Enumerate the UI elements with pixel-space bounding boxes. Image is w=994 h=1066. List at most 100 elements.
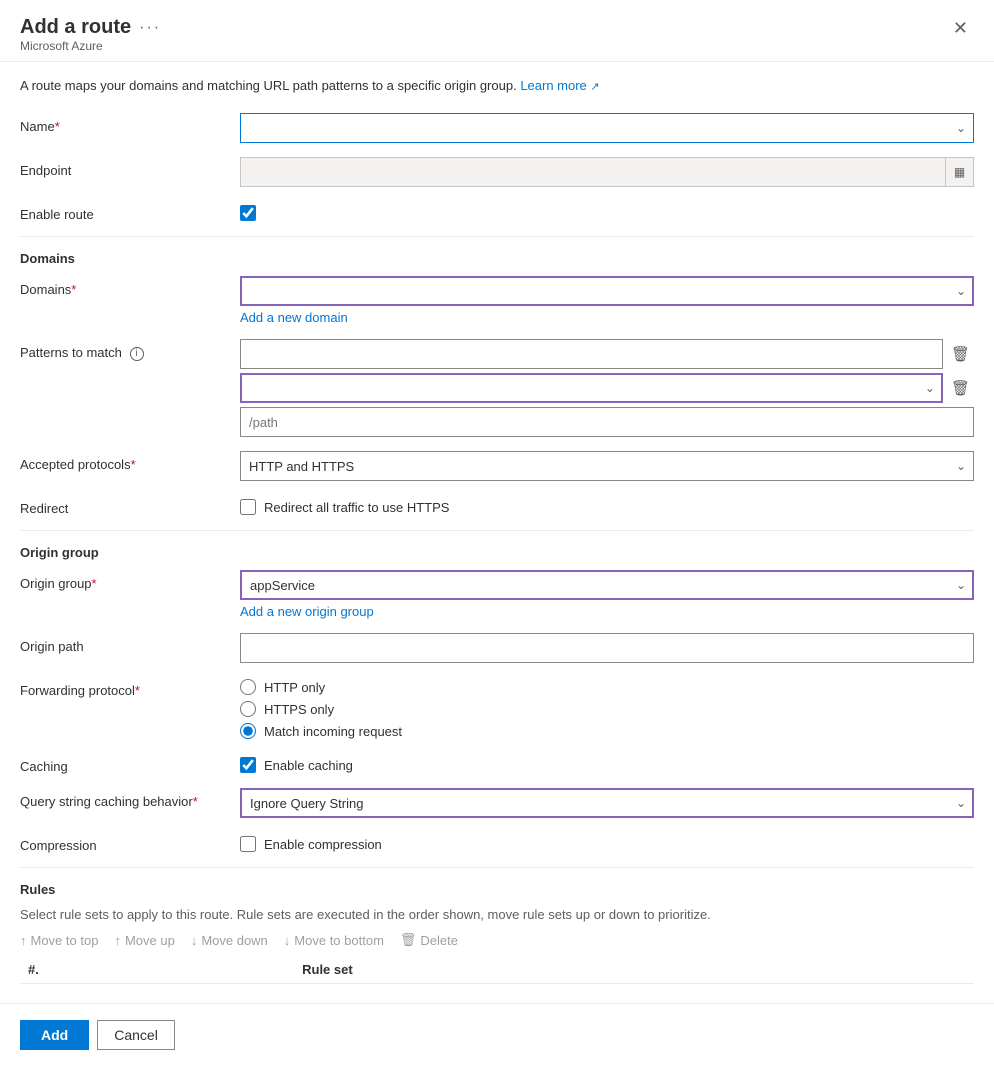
pattern-1-wrap: /LicenseRenewal/ xyxy=(240,339,943,369)
origin-path-label: Origin path xyxy=(20,633,240,654)
caching-control: Enable caching xyxy=(240,753,974,773)
compression-row: Compression Enable compression xyxy=(20,832,974,853)
query-string-label: Query string caching behavior* xyxy=(20,788,240,809)
add-button[interactable]: Add xyxy=(20,1020,89,1050)
cancel-button[interactable]: Cancel xyxy=(97,1020,175,1050)
move-down-button[interactable]: ↓ Move down xyxy=(191,933,268,948)
pattern-1-delete-button[interactable]: 🗑 xyxy=(947,343,974,365)
endpoint-copy-button[interactable]: ▦ xyxy=(945,158,973,186)
caching-checkbox-wrap: Enable caching xyxy=(240,753,974,773)
enable-route-checkbox[interactable] xyxy=(240,205,256,221)
patterns-info-icon: i xyxy=(130,347,144,361)
rules-section-title: Rules xyxy=(20,882,974,897)
redirect-control: Redirect all traffic to use HTTPS xyxy=(240,495,974,515)
copy-icon: ▦ xyxy=(954,165,965,179)
patterns-list: /LicenseRenewal/ 🗑 /LicenseRenewal/* ⌄ xyxy=(240,339,974,437)
delete-1-icon: 🗑 xyxy=(951,345,970,363)
move-to-top-icon: ↑ xyxy=(20,933,27,948)
pattern-3-input[interactable] xyxy=(240,407,974,437)
query-string-control: Ignore Query String Use Query String Ign… xyxy=(240,788,974,818)
rules-col-ruleset: Rule set xyxy=(294,956,974,984)
query-string-select-wrapper: Ignore Query String Use Query String Ign… xyxy=(240,788,974,818)
name-row: Name* LicenseRenewal ⌄ xyxy=(20,113,974,143)
pattern-1-input[interactable]: /LicenseRenewal/ xyxy=(240,339,943,369)
delete-2-icon: 🗑 xyxy=(951,379,970,397)
panel-title-block: Add a route ··· Microsoft Azure xyxy=(20,16,161,53)
compression-control: Enable compression xyxy=(240,832,974,852)
panel-header: Add a route ··· Microsoft Azure ✕ xyxy=(0,0,994,62)
pattern-row-1: /LicenseRenewal/ 🗑 xyxy=(240,339,974,369)
compression-label: Compression xyxy=(20,832,240,853)
forwarding-protocol-label: Forwarding protocol* xyxy=(20,677,240,698)
domains-select[interactable] xyxy=(240,276,974,306)
caching-checkbox[interactable] xyxy=(240,757,256,773)
fp-match-radio[interactable] xyxy=(240,723,256,739)
endpoint-control: ▦ xyxy=(240,157,974,187)
patterns-row: Patterns to match i /LicenseRenewal/ 🗑 xyxy=(20,339,974,437)
enable-route-row: Enable route xyxy=(20,201,974,222)
panel: Add a route ··· Microsoft Azure ✕ A rout… xyxy=(0,0,994,1066)
domains-row: Domains* ⌄ Add a new domain xyxy=(20,276,974,325)
move-up-button[interactable]: ↑ Move up xyxy=(114,933,174,948)
pattern-2-input[interactable]: /LicenseRenewal/* xyxy=(240,373,943,403)
caching-checkbox-label: Enable caching xyxy=(264,758,353,773)
forwarding-protocol-radio-group: HTTP only HTTPS only Match incoming requ… xyxy=(240,677,974,739)
delete-rule-icon: 🗑 xyxy=(400,932,417,948)
accepted-protocols-control: HTTP and HTTPS HTTP only HTTPS only ⌄ xyxy=(240,451,974,481)
move-to-bottom-icon: ↓ xyxy=(284,933,291,948)
pattern-2-delete-button[interactable]: 🗑 xyxy=(947,377,974,399)
endpoint-input xyxy=(240,157,974,187)
rules-table: #. Rule set xyxy=(20,956,974,984)
add-new-origin-group-link[interactable]: Add a new origin group xyxy=(240,604,974,619)
domains-select-wrapper: ⌄ xyxy=(240,276,974,306)
compression-checkbox-label: Enable compression xyxy=(264,837,382,852)
rules-desc: Select rule sets to apply to this route.… xyxy=(20,907,974,922)
panel-title: Add a route xyxy=(20,16,131,39)
delete-rule-button[interactable]: 🗑 Delete xyxy=(400,932,458,948)
caching-row: Caching Enable caching xyxy=(20,753,974,774)
pattern-row-3 xyxy=(240,407,974,437)
compression-checkbox-wrap: Enable compression xyxy=(240,832,974,852)
forwarding-protocol-row: Forwarding protocol* HTTP only HTTPS onl… xyxy=(20,677,974,739)
compression-checkbox[interactable] xyxy=(240,836,256,852)
origin-group-select[interactable]: appService xyxy=(240,570,974,600)
domains-section-title: Domains xyxy=(20,251,974,266)
move-to-bottom-button[interactable]: ↓ Move to bottom xyxy=(284,933,384,948)
fp-https-radio[interactable] xyxy=(240,701,256,717)
add-new-domain-link[interactable]: Add a new domain xyxy=(240,310,974,325)
rules-col-number: #. xyxy=(20,956,294,984)
panel-footer: Add Cancel xyxy=(0,1003,994,1066)
pattern-2-wrap: /LicenseRenewal/* ⌄ xyxy=(240,373,943,403)
redirect-label: Redirect xyxy=(20,495,240,516)
name-label: Name* xyxy=(20,113,240,134)
name-input[interactable]: LicenseRenewal xyxy=(240,113,974,143)
fp-http-radio[interactable] xyxy=(240,679,256,695)
origin-path-control xyxy=(240,633,974,663)
more-options-icon[interactable]: ··· xyxy=(139,19,161,37)
origin-group-row: Origin group* appService ⌄ Add a new ori… xyxy=(20,570,974,619)
fp-https-only-item: HTTPS only xyxy=(240,701,974,717)
learn-more-link[interactable]: Learn more ↗ xyxy=(520,78,599,93)
origin-group-select-wrapper: appService ⌄ xyxy=(240,570,974,600)
move-down-icon: ↓ xyxy=(191,933,198,948)
rules-toolbar: ↑ Move to top ↑ Move up ↓ Move down ↓ Mo… xyxy=(20,932,974,948)
accepted-protocols-select[interactable]: HTTP and HTTPS HTTP only HTTPS only xyxy=(240,451,974,481)
close-icon: ✕ xyxy=(953,18,968,38)
redirect-checkbox[interactable] xyxy=(240,499,256,515)
domains-label: Domains* xyxy=(20,276,240,297)
query-string-row: Query string caching behavior* Ignore Qu… xyxy=(20,788,974,818)
enable-route-control xyxy=(240,201,974,221)
domains-control: ⌄ Add a new domain xyxy=(240,276,974,325)
accepted-protocols-label: Accepted protocols* xyxy=(20,451,240,472)
fp-http-only-item: HTTP only xyxy=(240,679,974,695)
move-to-top-button[interactable]: ↑ Move to top xyxy=(20,933,98,948)
redirect-checkbox-wrap: Redirect all traffic to use HTTPS xyxy=(240,495,974,515)
query-string-select[interactable]: Ignore Query String Use Query String Ign… xyxy=(240,788,974,818)
move-up-icon: ↑ xyxy=(114,933,121,948)
name-control: LicenseRenewal ⌄ xyxy=(240,113,974,143)
origin-path-input[interactable] xyxy=(240,633,974,663)
enable-route-checkbox-wrap xyxy=(240,201,974,221)
redirect-row: Redirect Redirect all traffic to use HTT… xyxy=(20,495,974,516)
origin-path-row: Origin path xyxy=(20,633,974,663)
close-button[interactable]: ✕ xyxy=(947,16,974,41)
